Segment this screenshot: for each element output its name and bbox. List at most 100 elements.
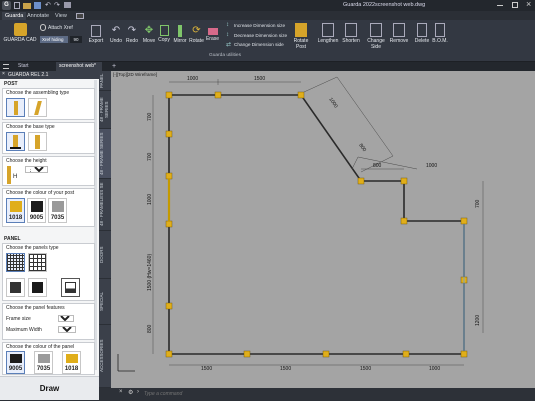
colour-swatch: [10, 354, 22, 363]
panel-colour-1018[interactable]: 1018: [62, 351, 81, 374]
bom-icon: [435, 23, 445, 37]
ribbon-options-icon[interactable]: [76, 13, 84, 19]
menu-icon[interactable]: [3, 64, 9, 69]
rotate-post-label: Rotate Post: [293, 38, 309, 50]
assembling-option-1[interactable]: [6, 98, 25, 117]
command-settings-icon[interactable]: ⚙: [128, 389, 133, 396]
command-input[interactable]: [144, 390, 294, 398]
base-option-2[interactable]: [28, 132, 47, 151]
dim-right-top: 1000: [426, 163, 437, 169]
tab-view[interactable]: View: [52, 12, 70, 20]
rotate-button[interactable]: ⟳ Rotate: [188, 25, 205, 44]
export-button[interactable]: Export: [86, 25, 106, 44]
remove-button[interactable]: Remove: [389, 23, 409, 44]
redo-button[interactable]: ↷ Redo: [124, 25, 140, 44]
minimize-icon[interactable]: [497, 5, 503, 6]
vtab-frameless[interactable]: 48 - FRAMELESS SE: [99, 179, 111, 231]
app-logo[interactable]: G: [2, 1, 11, 10]
vtab-frame-series-2[interactable]: 48 - FRAME SERIES: [99, 129, 111, 179]
colour-swatch: [31, 201, 43, 212]
draw-button[interactable]: Draw: [0, 376, 99, 400]
post-colour-1018[interactable]: 1018: [6, 198, 25, 223]
post: [165, 172, 173, 180]
lengthen-button[interactable]: Lengthen: [316, 23, 340, 44]
xref-value-field[interactable]: 90: [70, 36, 82, 43]
rotate-post-icon: [295, 23, 307, 37]
frame-size-select[interactable]: T20: [58, 315, 74, 322]
vtab-frame-series-1[interactable]: 48 - FRAME SERIES: [99, 91, 111, 129]
attach-xref-button[interactable]: Attach Xref: [40, 24, 80, 32]
copy-button[interactable]: Copy: [157, 25, 171, 43]
assembling-option-2[interactable]: [28, 98, 47, 117]
base-option-1[interactable]: [6, 132, 25, 151]
panel-colour-9005[interactable]: 9005: [6, 351, 25, 374]
panel-header: × GUARDA REL 2.1: [0, 71, 99, 79]
decrease-dimension-label: Decrease Dimension size: [234, 33, 288, 38]
shorten-button[interactable]: Shorten: [340, 23, 362, 44]
colour-code: 1018: [8, 215, 23, 221]
vtab-panel[interactable]: PANEL: [99, 71, 111, 91]
panel-colour-7035[interactable]: 7035: [34, 351, 53, 374]
vtab-special[interactable]: SPECIAL: [99, 279, 111, 325]
vtab-accessories[interactable]: ACCESSORIES: [99, 325, 111, 388]
change-side-label: Change Side: [367, 38, 385, 50]
colour-swatch: [52, 201, 64, 212]
new-icon[interactable]: [14, 2, 20, 9]
post-colour-7035[interactable]: 7035: [48, 198, 67, 223]
max-width-select[interactable]: 1500: [58, 326, 76, 333]
doc-tab-start[interactable]: Start: [14, 62, 54, 71]
bom-label: B.O.M.: [432, 38, 448, 44]
command-close-icon[interactable]: ×: [119, 389, 123, 395]
panel-type-mesh-fine[interactable]: [6, 253, 25, 272]
panel-colour-section: Choose the colour of the panel 9005 7035…: [2, 342, 95, 375]
change-dimension-side-button[interactable]: ⇄ Change Dimension side: [226, 41, 288, 49]
undo-icon[interactable]: ↶: [45, 1, 51, 9]
height-post-icon: [7, 166, 11, 184]
post-colour-9005[interactable]: 9005: [27, 198, 46, 223]
solid-panel-icon: [10, 282, 21, 293]
post: [165, 302, 173, 310]
undo-button[interactable]: ↶ Undo: [108, 25, 124, 44]
tab-guarda[interactable]: Guarda: [2, 12, 27, 20]
dim-left-700b: 700: [147, 152, 153, 161]
redo-icon[interactable]: ↷: [54, 1, 60, 9]
move-button[interactable]: ✥ Move: [142, 25, 156, 44]
max-width-label: Maximum Width: [6, 327, 42, 333]
panel-type-polycarbonate[interactable]: [61, 278, 80, 297]
rotate-post-button[interactable]: Rotate Post: [288, 23, 314, 50]
colour-code: 9005: [29, 215, 44, 221]
height-select[interactable]: 2520: [25, 166, 48, 173]
solid-dark-panel-icon: [32, 282, 43, 293]
panel-type-solid-dark[interactable]: [28, 278, 47, 297]
new-tab-icon[interactable]: +: [112, 62, 116, 71]
bom-button[interactable]: B.O.M.: [431, 23, 449, 44]
increase-dimension-button[interactable]: ↕ Increase Dimension size: [226, 22, 288, 30]
mirror-button[interactable]: Mirror: [172, 25, 188, 44]
doc-tab-file[interactable]: screenshot web*: [56, 62, 102, 71]
maximize-icon[interactable]: [512, 2, 518, 8]
panel-close-icon[interactable]: ×: [2, 71, 5, 77]
panel-type-mesh-large[interactable]: [28, 253, 47, 272]
rotate-label: Rotate: [189, 38, 204, 44]
post: [400, 217, 408, 225]
decrease-dimension-button[interactable]: ↕ Decrease Dimension size: [226, 32, 288, 40]
post: [322, 350, 330, 358]
save-icon[interactable]: [34, 2, 41, 9]
print-icon[interactable]: [64, 2, 71, 8]
frame-size-label: Frame size: [6, 316, 31, 322]
open-icon[interactable]: [23, 3, 31, 9]
xref-hiding-field[interactable]: Xref hiding: [40, 36, 68, 43]
vtab-doors[interactable]: DOORS: [99, 231, 111, 279]
tab-annotate[interactable]: Annotate: [24, 12, 52, 20]
erase-button[interactable]: Erase: [205, 25, 220, 42]
delete-button[interactable]: Delete: [413, 23, 431, 44]
change-side-button[interactable]: Change Side: [362, 23, 390, 50]
close-icon[interactable]: ×: [526, 0, 531, 9]
colour-code: 7035: [36, 366, 51, 372]
panel-type-solid-light[interactable]: [6, 278, 25, 297]
guarda-cad-button[interactable]: GUARDA CAD: [3, 23, 37, 43]
panel-colour-label: Choose the colour of the panel: [6, 344, 75, 350]
drawing-canvas[interactable]: [-][Top][2D Wireframe] 1000 1500 1000 80…: [111, 71, 535, 388]
dim-bottom-3: 1500: [360, 366, 371, 372]
panel-section-header: PANEL: [4, 236, 21, 242]
